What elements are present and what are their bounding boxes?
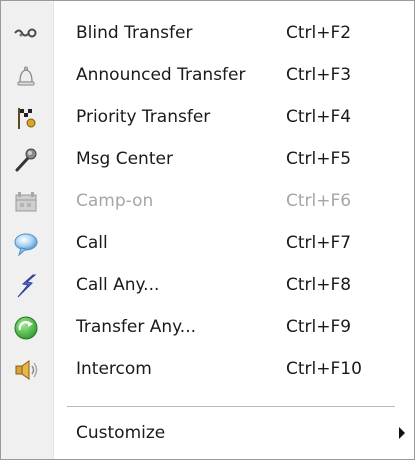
menu-item-label: Priority Transfer [76, 107, 211, 127]
menu-item-shortcut: Ctrl+F9 [286, 317, 352, 337]
menu-item-customize[interactable]: Customize [1, 413, 414, 455]
menu-item-shortcut: Ctrl+F3 [286, 65, 352, 85]
menu-item-label: Call Any... [76, 275, 160, 295]
menu-item-msg-center[interactable]: Msg Center Ctrl+F5 [1, 139, 414, 181]
menu-item-intercom[interactable]: Intercom Ctrl+F10 [1, 349, 414, 391]
menu-item-label: Transfer Any... [76, 317, 197, 337]
menu-item-shortcut: Ctrl+F6 [286, 191, 352, 211]
menu-item-camp-on: Camp-on Ctrl+F6 [1, 181, 414, 223]
menu-item-label: Msg Center [76, 149, 173, 169]
menu-item-blind-transfer[interactable]: Blind Transfer Ctrl+F2 [1, 13, 414, 55]
menu-item-call[interactable]: Call Ctrl+F7 [1, 223, 414, 265]
priority-flag-icon [13, 105, 39, 131]
menu-item-shortcut: Ctrl+F5 [286, 149, 352, 169]
menu-item-announced-transfer[interactable]: Announced Transfer Ctrl+F3 [1, 55, 414, 97]
camp-on-icon [13, 189, 39, 215]
menu-item-label: Announced Transfer [76, 65, 246, 85]
menu-item-shortcut: Ctrl+F4 [286, 107, 352, 127]
bell-icon [13, 63, 39, 89]
microphone-icon [13, 147, 39, 173]
green-arrow-icon [13, 315, 39, 341]
menu-item-label: Intercom [76, 359, 152, 379]
menu-separator [67, 406, 395, 407]
menu-item-shortcut: Ctrl+F10 [286, 359, 362, 379]
submenu-arrow-icon [399, 427, 405, 439]
blind-transfer-icon [13, 21, 39, 47]
menu-item-label: Camp-on [76, 191, 154, 211]
menu-item-call-any[interactable]: Call Any... Ctrl+F8 [1, 265, 414, 307]
menu-item-shortcut: Ctrl+F8 [286, 275, 352, 295]
speech-bubble-icon [13, 231, 39, 257]
menu-item-label: Blind Transfer [76, 23, 193, 43]
menu-item-label: Call [76, 233, 108, 253]
menu-item-shortcut: Ctrl+F7 [286, 233, 352, 253]
menu-item-shortcut: Ctrl+F2 [286, 23, 352, 43]
speaker-icon [13, 357, 39, 383]
menu-item-label: Customize [76, 423, 166, 443]
menu-item-transfer-any[interactable]: Transfer Any... Ctrl+F9 [1, 307, 414, 349]
lightning-icon [13, 273, 39, 299]
context-menu: Blind Transfer Ctrl+F2 Announced Transfe… [0, 0, 415, 460]
menu-item-priority-transfer[interactable]: Priority Transfer Ctrl+F4 [1, 97, 414, 139]
